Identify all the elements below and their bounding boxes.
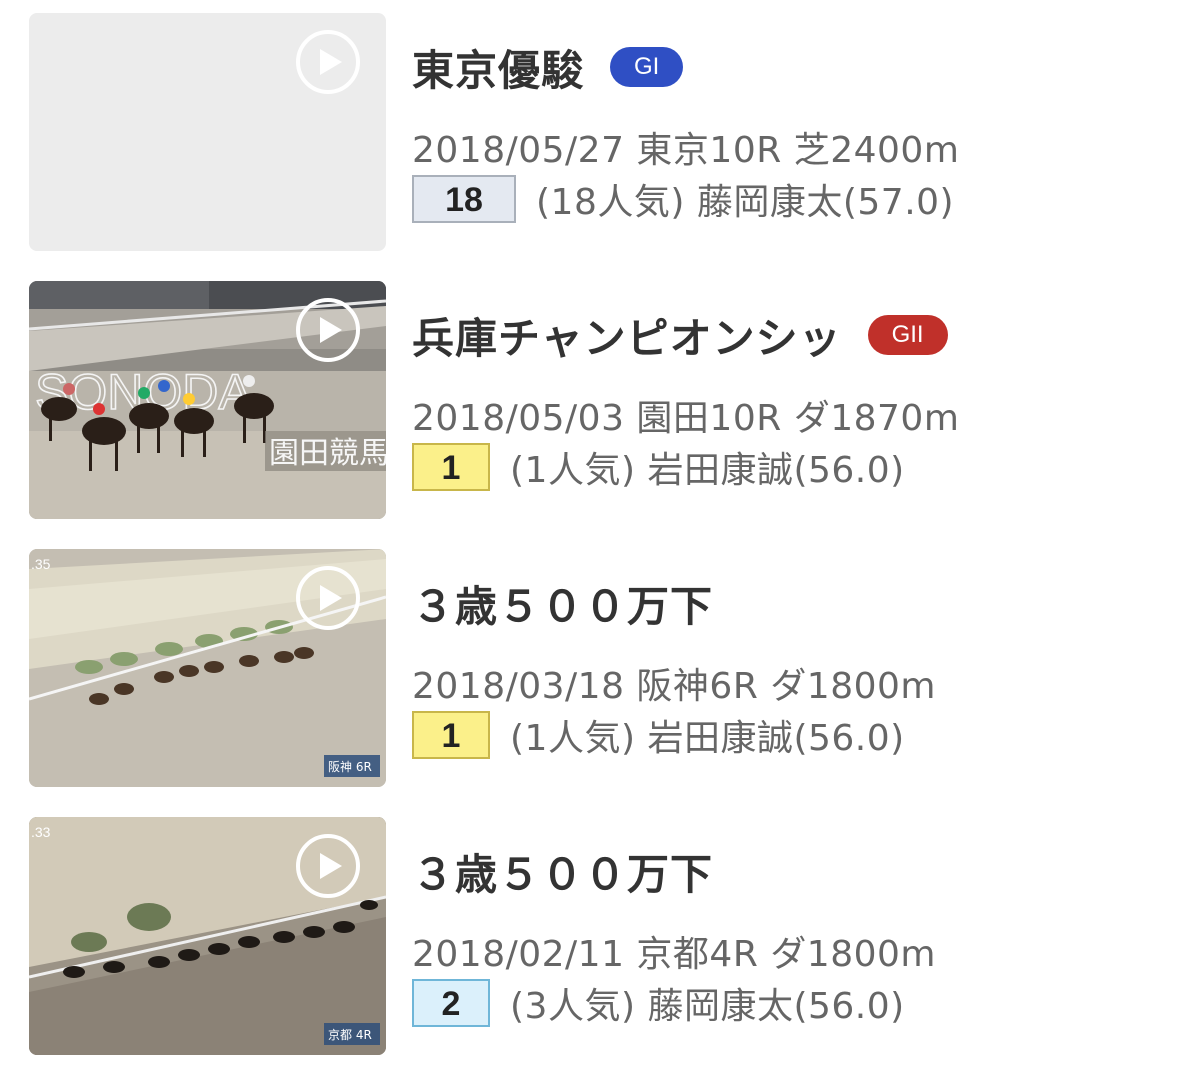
race-info: 兵庫チャンピオンシッ GII 2018/05/03 園田10R ダ1870m 1…: [412, 281, 1172, 519]
video-thumbnail[interactable]: SONODA 園田競馬: [29, 281, 386, 519]
title-line: ３歳５００万下: [412, 575, 713, 631]
finish-rank-badge: 1: [412, 443, 490, 491]
race-item[interactable]: 東京優駿 GI 2018/05/27 東京10R 芝2400m 18 (18人気…: [0, 13, 1200, 253]
play-icon[interactable]: [296, 834, 360, 898]
video-thumbnail[interactable]: .35 阪神 6R: [29, 549, 386, 787]
race-item[interactable]: .33 京都 4R ３歳５００万下 2018/02/11 京都4R ダ1800m…: [0, 817, 1200, 1057]
popularity-jockey: (1人気) 岩田康誠(56.0): [510, 718, 905, 759]
race-item[interactable]: .35 阪神 6R ３歳５００万下 2018/03/18 阪神6R ダ1800m…: [0, 549, 1200, 789]
race-name[interactable]: ３歳５００万下: [412, 573, 713, 634]
race-meta: 2018/05/03 園田10R ダ1870m: [412, 398, 960, 439]
race-info: 東京優駿 GI 2018/05/27 東京10R 芝2400m 18 (18人気…: [412, 13, 1172, 251]
race-name[interactable]: 東京優駿: [412, 37, 584, 98]
title-line: 東京優駿 GI: [412, 37, 684, 98]
popularity-jockey: (1人気) 岩田康誠(56.0): [510, 450, 905, 491]
svg-text:.33: .33: [31, 824, 51, 840]
finish-rank-badge: 18: [412, 175, 516, 223]
race-name[interactable]: ３歳５００万下: [412, 841, 713, 902]
race-item[interactable]: SONODA 園田競馬 兵庫チャンピオンシッ GII 2018/05/03 園田…: [0, 281, 1200, 521]
play-icon[interactable]: [296, 566, 360, 630]
video-thumbnail[interactable]: [29, 13, 386, 251]
result-line: 2 (3人気) 藤岡康太(56.0): [412, 977, 905, 1029]
race-meta: 2018/02/11 京都4R ダ1800m: [412, 934, 936, 975]
result-line: 18 (18人気) 藤岡康太(57.0): [412, 173, 954, 225]
race-meta: 2018/05/27 東京10R 芝2400m: [412, 130, 960, 171]
race-name[interactable]: 兵庫チャンピオンシッ: [412, 305, 842, 366]
race-meta: 2018/03/18 阪神6R ダ1800m: [412, 666, 936, 707]
play-icon[interactable]: [296, 30, 360, 94]
play-icon[interactable]: [296, 298, 360, 362]
race-info: ３歳５００万下 2018/03/18 阪神6R ダ1800m 1 (1人気) 岩…: [412, 549, 1172, 787]
popularity-jockey: (3人気) 藤岡康太(56.0): [510, 986, 905, 1027]
title-line: 兵庫チャンピオンシッ GII: [412, 307, 948, 363]
grade-badge: GII: [867, 315, 948, 355]
finish-rank-badge: 2: [412, 979, 490, 1027]
grade-badge: GI: [610, 47, 684, 87]
race-info: ３歳５００万下 2018/02/11 京都4R ダ1800m 2 (3人気) 藤…: [412, 817, 1172, 1055]
thumb-caption: 園田競馬: [269, 436, 386, 471]
thumb-caption: 阪神 6R: [328, 760, 372, 774]
result-line: 1 (1人気) 岩田康誠(56.0): [412, 709, 905, 761]
result-line: 1 (1人気) 岩田康誠(56.0): [412, 441, 905, 493]
video-thumbnail[interactable]: .33 京都 4R: [29, 817, 386, 1055]
title-line: ３歳５００万下: [412, 843, 713, 899]
finish-rank-badge: 1: [412, 711, 490, 759]
svg-text:.35: .35: [31, 556, 51, 572]
thumb-caption: 京都 4R: [328, 1028, 372, 1042]
popularity-jockey: (18人気) 藤岡康太(57.0): [536, 182, 955, 223]
